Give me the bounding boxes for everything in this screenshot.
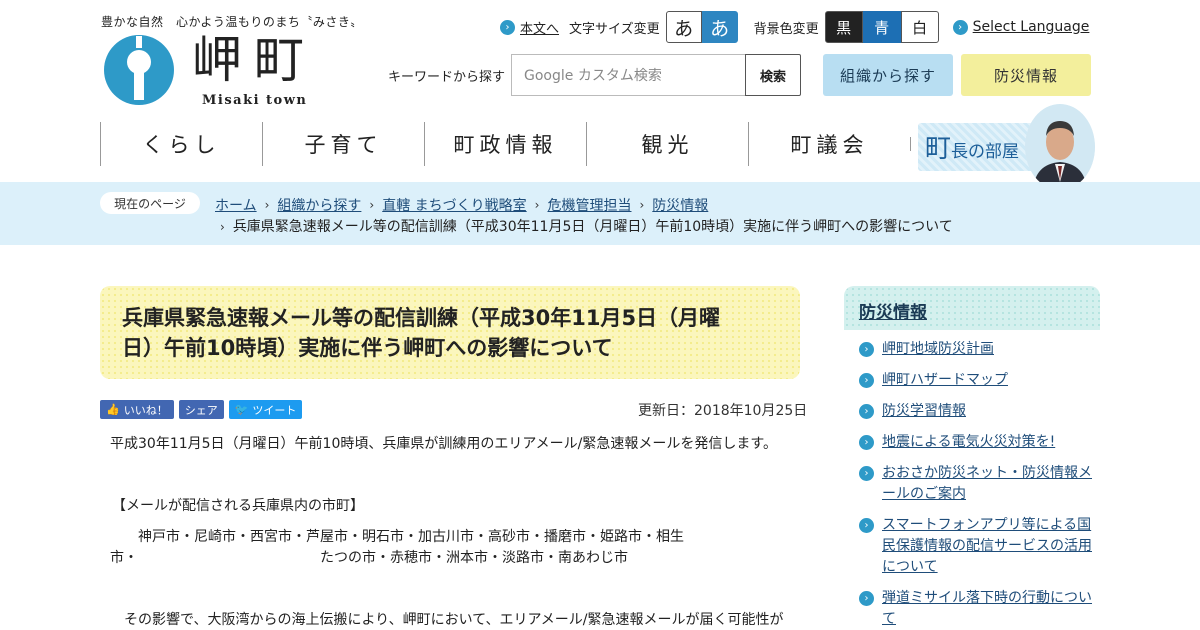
sidebar-item[interactable]: › 弾道ミサイル落下時の行動について <box>859 588 1099 630</box>
arrow-right-icon: › <box>859 404 874 419</box>
chevron-right-icon: › <box>639 198 645 212</box>
font-size-large-button[interactable]: あ <box>701 11 738 43</box>
mayor-room-label[interactable]: 町長の部屋 <box>925 128 1019 165</box>
global-nav: くらし 子育て 町政情報 観光 町議会 <box>100 122 910 166</box>
sidebar-item[interactable]: › スマートフォンアプリ等による国民保護情報の配信サービスの活用について <box>859 515 1099 578</box>
org-search-button[interactable]: 組織から探す <box>823 54 953 96</box>
page-title: 兵庫県緊急速報メール等の配信訓練（平成30年11月5日（月曜 日）午前10時頃）… <box>122 306 721 360</box>
font-size-label: 文字サイズ変更 <box>569 21 660 37</box>
search-bar: キーワードから探す Google カスタム検索 検索 <box>388 54 802 96</box>
search-label: キーワードから探す <box>388 69 506 85</box>
chevron-right-icon: › <box>220 220 225 234</box>
bg-white-button[interactable]: 白 <box>900 11 939 43</box>
bg-black-button[interactable]: 黒 <box>824 11 863 43</box>
arrow-right-icon: › <box>859 591 874 606</box>
arrow-right-icon: › <box>500 19 515 35</box>
select-language[interactable]: › Select Language <box>952 19 1090 35</box>
sidebar-item[interactable]: › おおさか防災ネット・防災情報メールのご案内 <box>859 463 1099 505</box>
sidebar-list: › 岬町地域防災計画 › 岬町ハザードマップ › 防災学習情報 › 地震による電気火災対… <box>859 339 1099 630</box>
article-paragraph: その影響で、大阪湾からの海上伝搬により、岬町において、エリアメール/緊急速報メー… <box>110 612 784 628</box>
article-paragraph: 平成30年11月5日（月曜日）午前10時頃、兵庫県が訓練用のエリアメール/緊急速… <box>110 436 777 452</box>
select-language-link[interactable]: Select Language <box>973 19 1090 35</box>
breadcrumb-org[interactable]: 組織から探す <box>277 195 361 215</box>
facebook-like-button[interactable]: 👍 いいね！ <box>100 400 174 419</box>
article-subheading: 【メールが配信される兵庫県内の市町】 <box>112 498 364 514</box>
facebook-share-button[interactable]: シェア <box>178 400 224 419</box>
sidebar-item[interactable]: › 地震による電気火災対策を! <box>859 432 1099 453</box>
font-size-normal-button[interactable]: あ <box>665 11 702 43</box>
arrow-right-icon: › <box>859 518 874 533</box>
disaster-info-button[interactable]: 防災情報 <box>961 54 1091 96</box>
breadcrumb-home[interactable]: ホーム <box>215 195 257 215</box>
updated-date: 更新日：2018年10月25日 <box>638 403 808 419</box>
site-logo-sub: Misaki town <box>202 93 308 108</box>
arrow-right-icon: › <box>952 19 968 35</box>
article-paragraph: 神戸市・尼崎市・西宮市・芦屋市・明石市・加古川市・高砂市・播磨市・姫路市・相生 <box>110 529 684 545</box>
skip-to-content-link[interactable]: 本文へ <box>520 18 559 37</box>
chevron-right-icon: › <box>264 198 270 212</box>
sidebar-item[interactable]: › 岬町ハザードマップ <box>859 370 1099 391</box>
breadcrumb-disaster-info[interactable]: 防災情報 <box>652 195 708 215</box>
nav-kosodate[interactable]: 子育て <box>262 122 424 166</box>
nav-divider <box>910 137 911 151</box>
utility-bar: › 本文へ 文字サイズ変更 あ あ 背景色変更 黒 青 白 › Select L… <box>500 11 1089 43</box>
sidebar-item[interactable]: › 防災学習情報 <box>859 401 1099 422</box>
breadcrumb-strategy-office[interactable]: 直轄 まちづくり戦略室 <box>382 195 526 215</box>
nav-kankou[interactable]: 観光 <box>586 122 748 166</box>
arrow-right-icon: › <box>859 342 874 357</box>
sns-buttons: 👍 いいね！ シェア 🐦 ツイート <box>100 400 303 419</box>
current-page-label: 現在のページ <box>100 192 200 214</box>
breadcrumb-crisis-management[interactable]: 危機管理担当 <box>547 195 631 215</box>
breadcrumb-current: › 兵庫県緊急速報メール等の配信訓練（平成30年11月5日（月曜日）午前10時頃）… <box>220 219 953 235</box>
arrow-right-icon: › <box>859 435 874 450</box>
chevron-right-icon: › <box>534 198 540 212</box>
tweet-button[interactable]: 🐦 ツイート <box>228 400 303 419</box>
sidebar-heading[interactable]: 防災情報 <box>859 298 927 323</box>
twitter-bird-icon: 🐦 <box>234 403 249 416</box>
arrow-right-icon: › <box>859 373 874 388</box>
sidebar-item[interactable]: › 岬町地域防災計画 <box>859 339 1099 360</box>
thumbs-up-icon: 👍 <box>106 403 120 416</box>
nav-chousei[interactable]: 町政情報 <box>424 122 586 166</box>
chevron-right-icon: › <box>369 198 375 212</box>
bg-color-label: 背景色変更 <box>753 21 819 37</box>
tagline: 豊かな自然 心かよう温もりのまち〝みさき〟 <box>101 15 363 29</box>
article-paragraph: 市・ たつの市・赤穂市・洲本市・淡路市・南あわじ市 <box>110 550 628 566</box>
nav-gikai[interactable]: 町議会 <box>748 122 910 166</box>
search-button[interactable]: 検索 <box>745 54 802 96</box>
nav-kurashi[interactable]: くらし <box>100 122 262 166</box>
arrow-right-icon: › <box>859 466 874 481</box>
bg-blue-button[interactable]: 青 <box>862 11 901 43</box>
site-logo[interactable]: 岬町 <box>192 30 316 90</box>
breadcrumb: ホーム › 組織から探す › 直轄 まちづくり戦略室 › 危機管理担当 › 防災… <box>215 195 708 215</box>
town-emblem-icon[interactable] <box>103 34 175 106</box>
search-input[interactable]: Google カスタム検索 <box>511 54 746 96</box>
mayor-portrait <box>1025 104 1095 190</box>
